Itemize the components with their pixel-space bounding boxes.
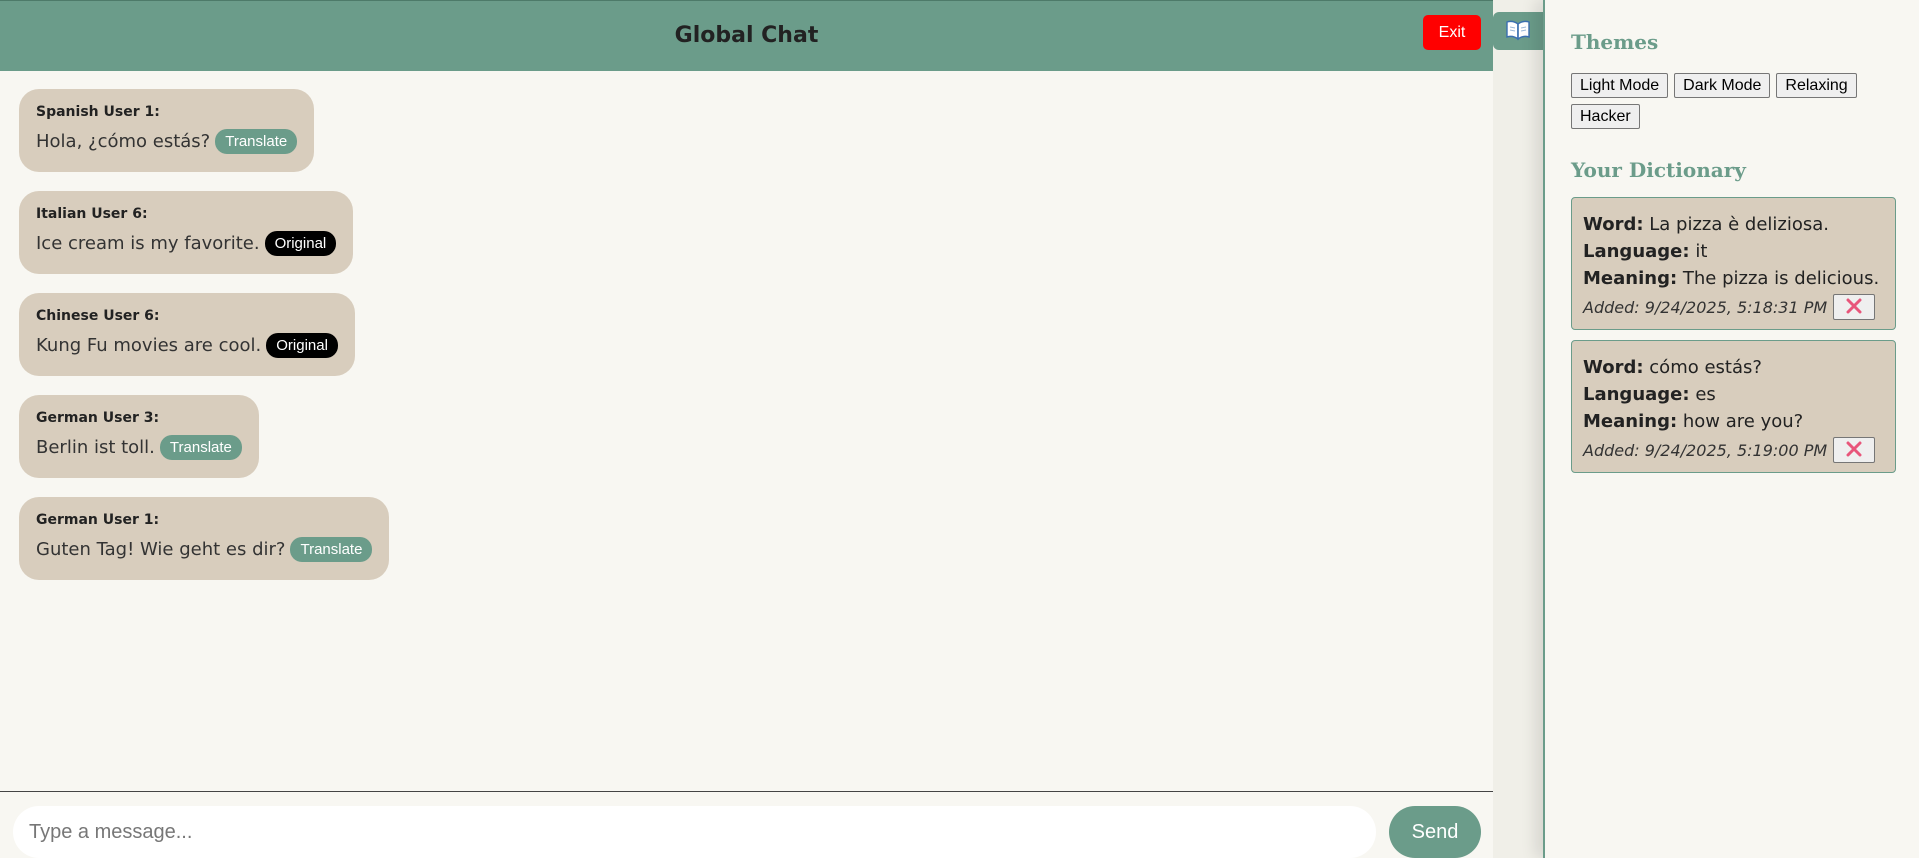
message-composer: Send xyxy=(0,791,1493,858)
translate-button[interactable]: Translate xyxy=(159,435,242,460)
message-sender: Italian User 6: xyxy=(36,206,148,222)
dictionary-toggle-button[interactable] xyxy=(1493,12,1543,50)
message-sender: German User 3: xyxy=(36,410,160,426)
message-bubble: German User 1: Guten Tag! Wie geht es di… xyxy=(19,497,390,580)
message-text: Hola, ¿cómo estás? xyxy=(36,131,211,152)
message-input[interactable] xyxy=(13,806,1376,858)
exit-button[interactable]: Exit xyxy=(1423,15,1481,50)
theme-dark-mode-button[interactable]: Dark Mode xyxy=(1674,73,1771,98)
theme-buttons: Light Mode Dark Mode Relaxing Hacker xyxy=(1571,73,1891,129)
message-text: Ice cream is my favorite. xyxy=(36,233,260,254)
entry-language: es xyxy=(1695,384,1716,405)
entry-meaning: how are you? xyxy=(1682,411,1804,432)
chat-header: Global Chat Exit xyxy=(0,0,1493,71)
original-button[interactable]: Original xyxy=(266,333,338,358)
message-bubble: Chinese User 6: Kung Fu movies are cool.… xyxy=(19,293,355,376)
translate-button[interactable]: Translate xyxy=(290,537,373,562)
entry-language: it xyxy=(1695,241,1708,262)
message-bubble: Italian User 6: Ice cream is my favorite… xyxy=(19,191,354,274)
message-sender: Chinese User 6: xyxy=(36,308,160,324)
message-bubble: German User 3: Berlin ist toll. Translat… xyxy=(19,395,259,478)
dictionary-entry: Word: cómo estás? Language: es Meaning: … xyxy=(1571,340,1896,473)
translate-button[interactable]: Translate xyxy=(215,129,298,154)
themes-heading: Themes xyxy=(1571,30,1659,54)
delete-entry-button[interactable] xyxy=(1833,437,1876,463)
meaning-label: Meaning: xyxy=(1583,268,1678,289)
entry-word: cómo estás? xyxy=(1649,357,1762,378)
theme-relaxing-button[interactable]: Relaxing xyxy=(1776,73,1857,98)
word-label: Word: xyxy=(1583,357,1644,378)
message-sender: German User 1: xyxy=(36,512,160,528)
entry-word: La pizza è deliziosa. xyxy=(1649,214,1830,235)
word-label: Word: xyxy=(1583,214,1644,235)
open-book-icon xyxy=(1505,19,1531,44)
chat-area: Global Chat Exit Spanish User 1: Hola, ¿… xyxy=(0,0,1493,858)
message-text: Guten Tag! Wie geht es dir? xyxy=(36,539,286,560)
close-icon xyxy=(1846,441,1862,460)
language-label: Language: xyxy=(1583,241,1690,262)
send-button[interactable]: Send xyxy=(1389,806,1481,858)
message-text: Kung Fu movies are cool. xyxy=(36,335,262,356)
message-list: Spanish User 1: Hola, ¿cómo estás? Trans… xyxy=(19,89,390,599)
dictionary-panel: Themes Light Mode Dark Mode Relaxing Hac… xyxy=(1543,0,1919,858)
close-icon xyxy=(1846,298,1862,317)
message-sender: Spanish User 1: xyxy=(36,104,160,120)
original-button[interactable]: Original xyxy=(264,231,337,256)
entry-added-timestamp: Added: 9/24/2025, 5:18:31 PM xyxy=(1583,297,1828,317)
entry-meaning: The pizza is delicious. xyxy=(1682,268,1880,289)
meaning-label: Meaning: xyxy=(1583,411,1678,432)
delete-entry-button[interactable] xyxy=(1833,294,1876,320)
language-label: Language: xyxy=(1583,384,1690,405)
app-window: Global Chat Exit Spanish User 1: Hola, ¿… xyxy=(0,0,1919,858)
message-text: Berlin ist toll. xyxy=(36,437,155,458)
theme-light-mode-button[interactable]: Light Mode xyxy=(1571,73,1669,98)
dictionary-heading: Your Dictionary xyxy=(1571,158,1746,182)
message-bubble: Spanish User 1: Hola, ¿cómo estás? Trans… xyxy=(19,89,315,172)
entry-added-timestamp: Added: 9/24/2025, 5:19:00 PM xyxy=(1583,440,1828,460)
dictionary-entry: Word: La pizza è deliziosa. Language: it… xyxy=(1571,197,1896,330)
theme-hacker-button[interactable]: Hacker xyxy=(1571,104,1640,129)
page-title: Global Chat xyxy=(674,23,819,48)
